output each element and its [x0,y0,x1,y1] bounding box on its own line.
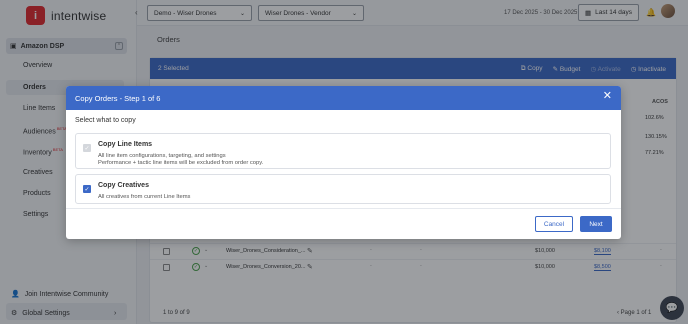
copy-creatives-option[interactable]: ✓ Copy Creatives All creatives from curr… [75,174,611,204]
copy-orders-modal: Copy Orders - Step 1 of 6 ✕ Select what … [66,86,621,239]
modal-header: Copy Orders - Step 1 of 6 [66,86,621,110]
copy-line-items-checkbox[interactable]: ✓ [83,144,91,152]
modal-title: Copy Orders - Step 1 of 6 [75,93,161,103]
option-note: Performance + tactic line items will be … [98,160,264,166]
copy-line-items-option[interactable]: ✓ Copy Line Items All line item configur… [75,133,611,169]
close-icon[interactable]: ✕ [603,91,612,102]
modal-subtitle: Select what to copy [75,117,136,124]
option-title: Copy Line Items [98,141,153,148]
modal-footer: Cancel Next [66,208,621,239]
option-title: Copy Creatives [98,182,149,189]
next-button[interactable]: Next [580,216,612,232]
copy-creatives-checkbox[interactable]: ✓ [83,185,91,193]
option-description: All creatives from current Line Items [98,194,191,200]
cancel-button[interactable]: Cancel [535,216,573,232]
